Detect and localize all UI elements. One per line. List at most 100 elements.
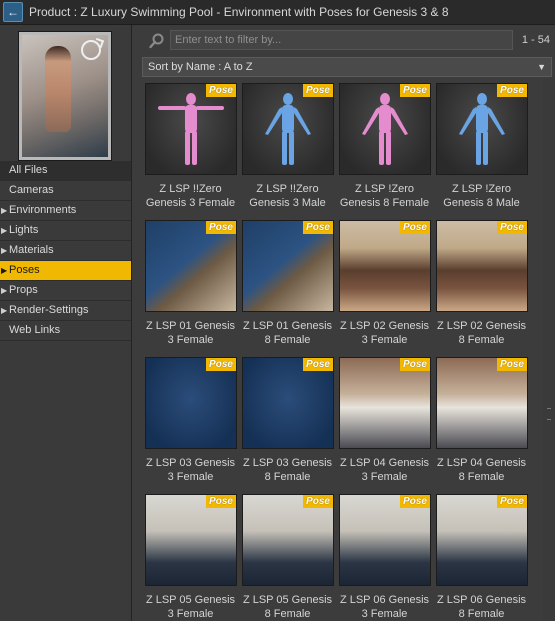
asset-label-line2: Genesis 8 Male: [443, 197, 520, 209]
sidebar-item-lights[interactable]: ▶ Lights: [0, 221, 131, 241]
asset-tile[interactable]: Pose Z LSP 04 Genesis 8 Female: [433, 354, 530, 491]
asset-tile[interactable]: Pose Z LSP !!Zero Genesis 3 Male: [239, 80, 336, 217]
asset-thumbnail[interactable]: Pose: [145, 83, 237, 175]
expand-arrow-icon[interactable]: ▶: [1, 201, 7, 220]
asset-tile[interactable]: Pose Z LSP 03 Genesis 3 Female: [142, 354, 239, 491]
asset-label-line1: Z LSP !Zero: [451, 183, 512, 195]
asset-thumbnail[interactable]: Pose: [436, 220, 528, 312]
sidebar-item-environments[interactable]: ▶ Environments: [0, 201, 131, 221]
sidebar-item-poses[interactable]: ▶ Poses: [0, 261, 131, 281]
asset-tile[interactable]: Pose Z LSP 06 Genesis 3 Female: [336, 491, 433, 621]
sidebar-item-label: Props: [9, 284, 38, 296]
asset-tile[interactable]: Pose Z LSP !!Zero Genesis 3 Female: [142, 80, 239, 217]
asset-label: Z LSP 04 Genesis 3 Female: [336, 456, 433, 484]
sidebar-item-label: Environments: [9, 204, 77, 216]
pose-badge: Pose: [303, 221, 333, 234]
sidebar-item-label: Web Links: [9, 324, 61, 336]
product-thumbnail[interactable]: [18, 31, 112, 161]
asset-thumbnail[interactable]: Pose: [339, 494, 431, 586]
asset-label-line2: 8 Female: [458, 608, 505, 620]
asset-label: Z LSP 04 Genesis 8 Female: [433, 456, 530, 484]
pose-badge: Pose: [497, 221, 527, 234]
asset-label: Z LSP 03 Genesis 3 Female: [142, 456, 239, 484]
asset-thumbnail[interactable]: Pose: [436, 83, 528, 175]
mannequin-figure: [158, 93, 224, 165]
pose-badge: Pose: [497, 495, 527, 508]
asset-label-line2: 3 Female: [361, 608, 408, 620]
asset-label-line2: 3 Female: [167, 608, 214, 620]
asset-label: Z LSP !Zero Genesis 8 Male: [433, 182, 530, 210]
asset-thumbnail[interactable]: Pose: [339, 357, 431, 449]
category-list: All Files Cameras ▶ Environments ▶ Lights ▶ Mat…: [0, 161, 131, 341]
asset-label: Z LSP 05 Genesis 3 Female: [142, 593, 239, 621]
asset-thumbnail[interactable]: Pose: [145, 220, 237, 312]
asset-tile[interactable]: Pose Z LSP 05 Genesis 3 Female: [142, 491, 239, 621]
asset-label: Z LSP 01 Genesis 3 Female: [142, 319, 239, 347]
sidebar-item-label: Poses: [9, 264, 40, 276]
search-icon[interactable]: [148, 32, 166, 50]
asset-label: Z LSP 06 Genesis 8 Female: [433, 593, 530, 621]
asset-label-line1: Z LSP 03 Genesis: [145, 457, 236, 469]
expand-arrow-icon[interactable]: ▶: [1, 221, 7, 240]
mannequin-figure: [362, 93, 408, 165]
asset-thumbnail[interactable]: Pose: [436, 357, 528, 449]
asset-tile[interactable]: Pose Z LSP 01 Genesis 3 Female: [142, 217, 239, 354]
asset-tile[interactable]: Pose Z LSP !Zero Genesis 8 Female: [336, 80, 433, 217]
asset-label-line2: 3 Female: [167, 334, 214, 346]
asset-thumbnail[interactable]: Pose: [242, 83, 334, 175]
expand-arrow-icon[interactable]: ▶: [1, 301, 7, 320]
pose-badge: Pose: [206, 221, 236, 234]
asset-label: Z LSP 02 Genesis 3 Female: [336, 319, 433, 347]
expand-arrow-icon[interactable]: ▶: [1, 261, 7, 280]
sort-dropdown[interactable]: Sort by Name : A to Z ▼: [142, 57, 552, 77]
asset-tile[interactable]: Pose Z LSP 01 Genesis 8 Female: [239, 217, 336, 354]
pose-badge: Pose: [206, 358, 236, 371]
product-figure: [45, 46, 71, 132]
sidebar-item-materials[interactable]: ▶ Materials: [0, 241, 131, 261]
asset-tile[interactable]: Pose Z LSP 06 Genesis 8 Female: [433, 491, 530, 621]
left-panel: All Files Cameras ▶ Environments ▶ Lights ▶ Mat…: [0, 25, 132, 621]
asset-label-line1: Z LSP 05 Genesis: [145, 594, 236, 606]
asset-tile[interactable]: Pose Z LSP 05 Genesis 8 Female: [239, 491, 336, 621]
asset-label: Z LSP !!Zero Genesis 3 Female: [142, 182, 239, 210]
asset-tile[interactable]: Pose Z LSP !Zero Genesis 8 Male: [433, 80, 530, 217]
asset-label-line1: Z LSP 05 Genesis: [242, 594, 333, 606]
back-arrow-icon[interactable]: ←: [3, 2, 23, 22]
sidebar-item-props[interactable]: ▶ Props: [0, 281, 131, 301]
asset-label-line1: Z LSP !!Zero: [256, 183, 319, 195]
asset-thumbnail[interactable]: Pose: [436, 494, 528, 586]
asset-thumbnail[interactable]: Pose: [145, 494, 237, 586]
asset-label-line2: 8 Female: [264, 471, 311, 483]
mannequin-figure: [265, 93, 311, 165]
sidebar-item-all-files[interactable]: All Files: [0, 161, 131, 181]
pose-badge: Pose: [400, 84, 430, 97]
pose-badge: Pose: [303, 84, 333, 97]
asset-label-line1: Z LSP !!Zero: [159, 183, 222, 195]
asset-thumbnail[interactable]: Pose: [339, 220, 431, 312]
sidebar-item-render-settings[interactable]: ▶ Render-Settings: [0, 301, 131, 321]
asset-thumbnail[interactable]: Pose: [242, 357, 334, 449]
asset-tile[interactable]: Pose Z LSP 02 Genesis 8 Female: [433, 217, 530, 354]
asset-thumbnail[interactable]: Pose: [242, 220, 334, 312]
asset-label-line2: Genesis 3 Female: [145, 197, 236, 209]
asset-label: Z LSP 01 Genesis 8 Female: [239, 319, 336, 347]
asset-tile[interactable]: Pose Z LSP 02 Genesis 3 Female: [336, 217, 433, 354]
refresh-icon[interactable]: [81, 40, 101, 60]
asset-thumbnail[interactable]: Pose: [242, 494, 334, 586]
filter-input[interactable]: [170, 30, 513, 50]
asset-tile[interactable]: Pose Z LSP 03 Genesis 8 Female: [239, 354, 336, 491]
mannequin-figure: [459, 93, 505, 165]
asset-thumbnail[interactable]: Pose: [339, 83, 431, 175]
sidebar-item-web-links[interactable]: Web Links: [0, 321, 131, 341]
asset-thumbnail[interactable]: Pose: [145, 357, 237, 449]
sidebar-item-cameras[interactable]: Cameras: [0, 181, 131, 201]
expand-arrow-icon[interactable]: ▶: [1, 281, 7, 300]
asset-label: Z LSP !Zero Genesis 8 Female: [336, 182, 433, 210]
asset-tile[interactable]: Pose Z LSP 04 Genesis 3 Female: [336, 354, 433, 491]
scrollbar-grip[interactable]: [547, 408, 551, 420]
grid-scrollbar[interactable]: [543, 78, 555, 621]
expand-arrow-icon[interactable]: ▶: [1, 241, 7, 260]
sidebar-item-label: Materials: [9, 244, 54, 256]
pose-badge: Pose: [303, 358, 333, 371]
asset-label-line2: 8 Female: [264, 334, 311, 346]
